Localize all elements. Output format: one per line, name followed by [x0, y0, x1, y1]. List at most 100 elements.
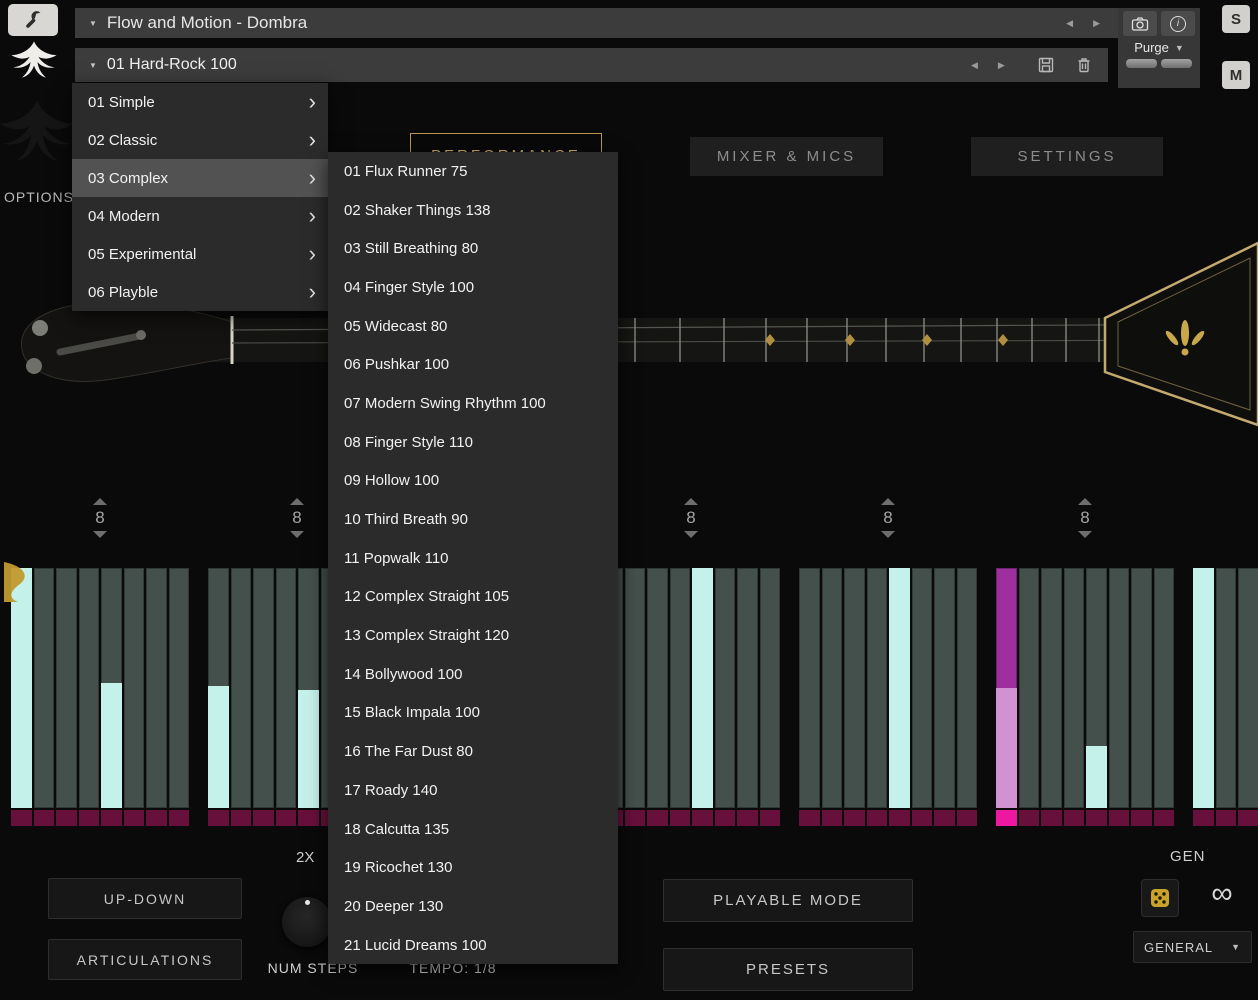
step-bar[interactable]: [799, 568, 820, 826]
step-bar[interactable]: [1109, 568, 1130, 826]
steps-up-button[interactable]: [1078, 498, 1092, 505]
velocity-strip[interactable]: [799, 810, 820, 826]
velocity-strip[interactable]: [822, 810, 843, 826]
menu-category-item[interactable]: 01 Simple›: [72, 83, 328, 121]
steps-down-button[interactable]: [290, 531, 304, 538]
velocity-strip[interactable]: [276, 810, 297, 826]
presets-button[interactable]: PRESETS: [663, 948, 913, 991]
step-bar[interactable]: [625, 568, 646, 826]
velocity-strip[interactable]: [34, 810, 55, 826]
velocity-strip[interactable]: [715, 810, 736, 826]
velocity-strip[interactable]: [844, 810, 865, 826]
velocity-strip[interactable]: [169, 810, 190, 826]
velocity-strip[interactable]: [1131, 810, 1152, 826]
menu-preset-item[interactable]: 02 Shaker Things 138: [328, 191, 618, 230]
step-bar[interactable]: [1131, 568, 1152, 826]
menu-preset-item[interactable]: 12 Complex Straight 105: [328, 578, 618, 617]
step-bar[interactable]: [934, 568, 955, 826]
velocity-strip[interactable]: [124, 810, 145, 826]
delete-snapshot-button[interactable]: [1071, 53, 1097, 77]
step-bar[interactable]: [1216, 568, 1237, 826]
infinity-loop-button[interactable]: ∞: [1200, 872, 1244, 916]
steps-up-button[interactable]: [881, 498, 895, 505]
menu-preset-item[interactable]: 15 Black Impala 100: [328, 694, 618, 733]
menu-preset-item[interactable]: 19 Ricochet 130: [328, 848, 618, 887]
velocity-strip[interactable]: [298, 810, 319, 826]
velocity-strip[interactable]: [912, 810, 933, 826]
step-bar[interactable]: [1086, 568, 1107, 826]
velocity-strip[interactable]: [1238, 810, 1258, 826]
menu-preset-item[interactable]: 09 Hollow 100: [328, 462, 618, 501]
velocity-strip[interactable]: [1216, 810, 1237, 826]
steps-down-button[interactable]: [93, 531, 107, 538]
velocity-strip[interactable]: [867, 810, 888, 826]
playable-mode-button[interactable]: PLAYABLE MODE: [663, 879, 913, 922]
menu-preset-item[interactable]: 10 Third Breath 90: [328, 500, 618, 539]
menu-preset-item[interactable]: 01 Flux Runner 75: [328, 152, 618, 191]
step-bar[interactable]: [912, 568, 933, 826]
snapshot-bar[interactable]: ▼ 01 Hard-Rock 100 ◀ ▶: [75, 48, 1108, 82]
tab-mixer-mics[interactable]: MIXER & MICS: [690, 137, 883, 176]
velocity-strip[interactable]: [253, 810, 274, 826]
step-bar[interactable]: [208, 568, 229, 826]
purge-menu[interactable]: Purge ▼: [1134, 40, 1184, 55]
step-bar[interactable]: [692, 568, 713, 826]
menu-preset-item[interactable]: 20 Deeper 130: [328, 887, 618, 926]
velocity-strip[interactable]: [208, 810, 229, 826]
articulations-button[interactable]: ARTICULATIONS: [48, 939, 242, 980]
menu-category-item[interactable]: 03 Complex›: [72, 159, 328, 197]
step-bar[interactable]: [647, 568, 668, 826]
velocity-strip[interactable]: [670, 810, 691, 826]
menu-preset-item[interactable]: 21 Lucid Dreams 100: [328, 926, 618, 965]
step-bar[interactable]: [1064, 568, 1085, 826]
num-steps-knob[interactable]: [281, 896, 333, 948]
snapshot-caret-icon[interactable]: ▼: [89, 61, 97, 70]
step-bar[interactable]: [231, 568, 252, 826]
step-bar[interactable]: [737, 568, 758, 826]
step-bar[interactable]: [760, 568, 781, 826]
menu-preset-item[interactable]: 13 Complex Straight 120: [328, 616, 618, 655]
step-bar[interactable]: [867, 568, 888, 826]
step-bar[interactable]: [889, 568, 910, 826]
step-bar[interactable]: [169, 568, 190, 826]
save-snapshot-button[interactable]: [1033, 53, 1059, 77]
menu-preset-item[interactable]: 08 Finger Style 110: [328, 423, 618, 462]
velocity-strip[interactable]: [146, 810, 167, 826]
menu-preset-item[interactable]: 04 Finger Style 100: [328, 268, 618, 307]
menu-preset-item[interactable]: 16 The Far Dust 80: [328, 732, 618, 771]
velocity-strip[interactable]: [934, 810, 955, 826]
menu-preset-item[interactable]: 07 Modern Swing Rhythm 100: [328, 384, 618, 423]
menu-preset-item[interactable]: 18 Calcutta 135: [328, 810, 618, 849]
step-bar[interactable]: [276, 568, 297, 826]
steps-down-button[interactable]: [881, 531, 895, 538]
velocity-strip[interactable]: [1019, 810, 1040, 826]
randomize-button[interactable]: [1141, 879, 1179, 917]
velocity-strip[interactable]: [647, 810, 668, 826]
menu-category-item[interactable]: 05 Experimental›: [72, 235, 328, 273]
velocity-strip[interactable]: [737, 810, 758, 826]
step-bar[interactable]: [1041, 568, 1062, 826]
steps-up-button[interactable]: [93, 498, 107, 505]
menu-preset-item[interactable]: 03 Still Breathing 80: [328, 229, 618, 268]
tab-settings[interactable]: SETTINGS: [971, 137, 1163, 176]
steps-up-button[interactable]: [684, 498, 698, 505]
velocity-strip[interactable]: [1041, 810, 1062, 826]
menu-category-item[interactable]: 02 Classic›: [72, 121, 328, 159]
velocity-strip[interactable]: [11, 810, 32, 826]
menu-preset-item[interactable]: 06 Pushkar 100: [328, 345, 618, 384]
step-bar[interactable]: [715, 568, 736, 826]
step-bar[interactable]: [11, 568, 32, 826]
menu-preset-item[interactable]: 14 Bollywood 100: [328, 655, 618, 694]
next-snapshot-button[interactable]: ▶: [992, 57, 1011, 74]
velocity-strip[interactable]: [101, 810, 122, 826]
step-bar[interactable]: [1193, 568, 1214, 826]
step-bar[interactable]: [844, 568, 865, 826]
steps-down-button[interactable]: [684, 531, 698, 538]
next-instrument-button[interactable]: ▶: [1087, 15, 1106, 32]
prev-instrument-button[interactable]: ◀: [1060, 15, 1079, 32]
velocity-strip[interactable]: [231, 810, 252, 826]
step-bar[interactable]: [957, 568, 978, 826]
step-bar[interactable]: [34, 568, 55, 826]
velocity-strip[interactable]: [1154, 810, 1175, 826]
step-bar[interactable]: [1154, 568, 1175, 826]
